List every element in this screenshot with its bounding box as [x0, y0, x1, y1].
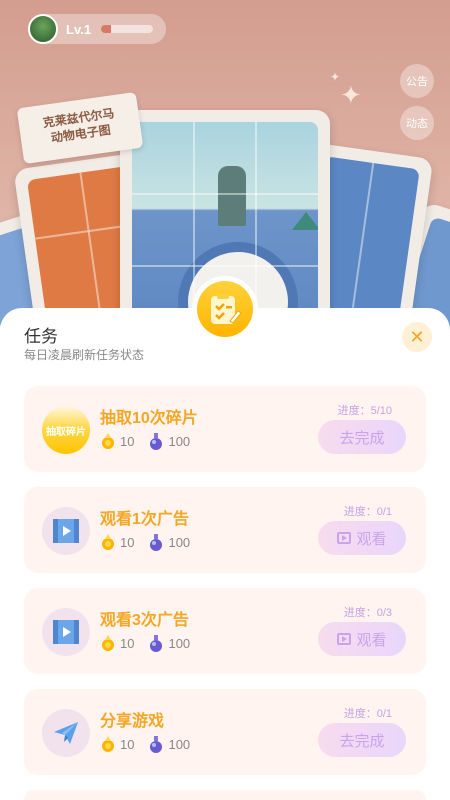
card-name-text: 克莱兹代尔马 动物电子图 [41, 106, 116, 146]
sparkle-icon: ✦ [330, 70, 341, 84]
potion-reward-amount: 100 [168, 736, 191, 752]
task-badge [192, 276, 258, 342]
task-row: 观看3次广告 10 100 进度：0/3 观看 [24, 588, 426, 674]
task-name: 观看1次广告 [100, 511, 189, 528]
play-icon [337, 633, 352, 645]
task-progress: 进度：0/1 [343, 506, 392, 518]
go-complete-label: 去完成 [339, 429, 385, 447]
potion-reward-amount: 100 [168, 635, 191, 651]
task-rewards: 10 100 [100, 533, 204, 551]
task-progress: 进度：0/3 [343, 607, 392, 619]
tent-image [292, 212, 318, 230]
sparkle-icon: ✦ [340, 80, 362, 110]
level-progress-bar [101, 25, 154, 33]
level-progress-fill [101, 25, 112, 33]
coin-reward-icon [102, 635, 114, 651]
task-progress: 进度：5/10 [337, 405, 392, 417]
close-icon: ✕ [409, 326, 425, 347]
task-rewards: 10 100 [100, 432, 204, 450]
potion-reward-icon [150, 736, 163, 753]
watch-ad-label: 观看 [356, 631, 387, 649]
task-row: 分享游戏 10 100 进度：0/1 去完成 [24, 689, 426, 775]
video-icon [42, 608, 90, 656]
task-name: 观看3次广告 [100, 612, 189, 629]
watch-ad-button[interactable]: 观看 [318, 521, 406, 555]
video-icon [42, 507, 90, 555]
potion-reward-amount: 100 [168, 534, 191, 550]
coin-reward-amount: 10 [120, 534, 135, 550]
task-row [24, 790, 426, 800]
task-rewards: 10 100 [100, 634, 204, 652]
panel-subtitle: 每日凌晨刷新任务状态 [24, 348, 145, 362]
task-progress: 进度：0/1 [343, 708, 392, 720]
go-complete-button[interactable]: 去完成 [318, 723, 406, 757]
watch-ad-label: 观看 [356, 530, 387, 548]
play-icon [337, 532, 352, 544]
coin-reward-icon [102, 534, 114, 550]
shard-draw-icon: 抽取碎片 [42, 406, 90, 454]
panel-title: 任务 [24, 327, 58, 346]
moments-button[interactable]: 动态 [400, 106, 434, 140]
task-row: 抽取碎片 抽取10次碎片 10 100 进度：5/10 去完成 [24, 386, 426, 472]
potion-reward-icon [150, 534, 163, 551]
coin-reward-amount: 10 [120, 433, 135, 449]
notice-button[interactable]: 公告 [400, 64, 434, 98]
task-name: 分享游戏 [100, 713, 165, 730]
statue-image [218, 166, 246, 226]
task-name: 抽取10次碎片 [100, 410, 198, 427]
potion-reward-icon [150, 433, 163, 450]
watch-ad-button[interactable]: 观看 [318, 622, 406, 656]
go-complete-button[interactable]: 去完成 [318, 420, 406, 454]
avatar[interactable] [28, 14, 58, 44]
go-complete-label: 去完成 [339, 732, 385, 750]
coin-reward-icon [102, 736, 114, 752]
level-indicator[interactable]: Lv.1 [28, 14, 166, 44]
shard-draw-icon-text: 抽取碎片 [46, 426, 86, 438]
potion-reward-amount: 100 [168, 433, 191, 449]
coin-reward-icon [102, 433, 114, 449]
close-button[interactable]: ✕ [402, 322, 432, 352]
task-clipboard-icon [197, 281, 253, 337]
coin-reward-amount: 10 [120, 736, 135, 752]
paper-plane-icon [42, 709, 90, 757]
task-rewards: 10 100 [100, 735, 204, 753]
task-row: 观看1次广告 10 100 进度：0/1 观看 [24, 487, 426, 573]
level-label: Lv.1 [66, 21, 92, 37]
coin-reward-amount: 10 [120, 635, 135, 651]
potion-reward-icon [150, 635, 163, 652]
